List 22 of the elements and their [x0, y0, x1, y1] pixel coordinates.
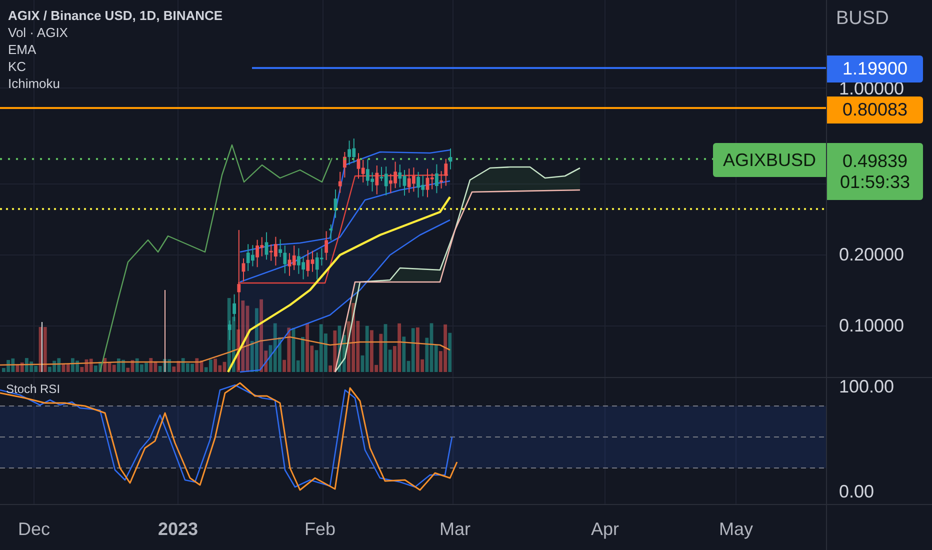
- axis-label: 0.00: [839, 482, 874, 502]
- axis-label: 0.20000: [839, 244, 904, 266]
- price-tag: 1.19900: [827, 56, 923, 82]
- countdown: 01:59:33: [840, 172, 910, 192]
- study-name: Ichimoku: [8, 76, 62, 91]
- pane-title: Stoch RSI: [6, 382, 60, 396]
- study-name: Vol · AGIX: [8, 25, 69, 40]
- legend-title: AGIX / Binance USD, 1D, BINANCE: [8, 8, 223, 23]
- study-name: EMA: [8, 42, 38, 57]
- time-label: 2023: [158, 519, 198, 540]
- price-tag: 0.80083: [827, 96, 923, 124]
- axis-label: 0.10000: [839, 316, 904, 336]
- axis-label: 100.00: [839, 376, 894, 398]
- last-price: 0.49839: [842, 150, 908, 172]
- currency-label: BUSD: [836, 8, 889, 30]
- time-label: Apr: [591, 519, 619, 540]
- time-label: Mar: [440, 519, 470, 540]
- study-name: KC: [8, 59, 28, 74]
- time-label: May: [719, 519, 753, 540]
- time-label: Dec: [18, 519, 50, 540]
- time-label: Feb: [304, 519, 336, 540]
- symbol-tag: AGIXBUSD: [712, 143, 826, 177]
